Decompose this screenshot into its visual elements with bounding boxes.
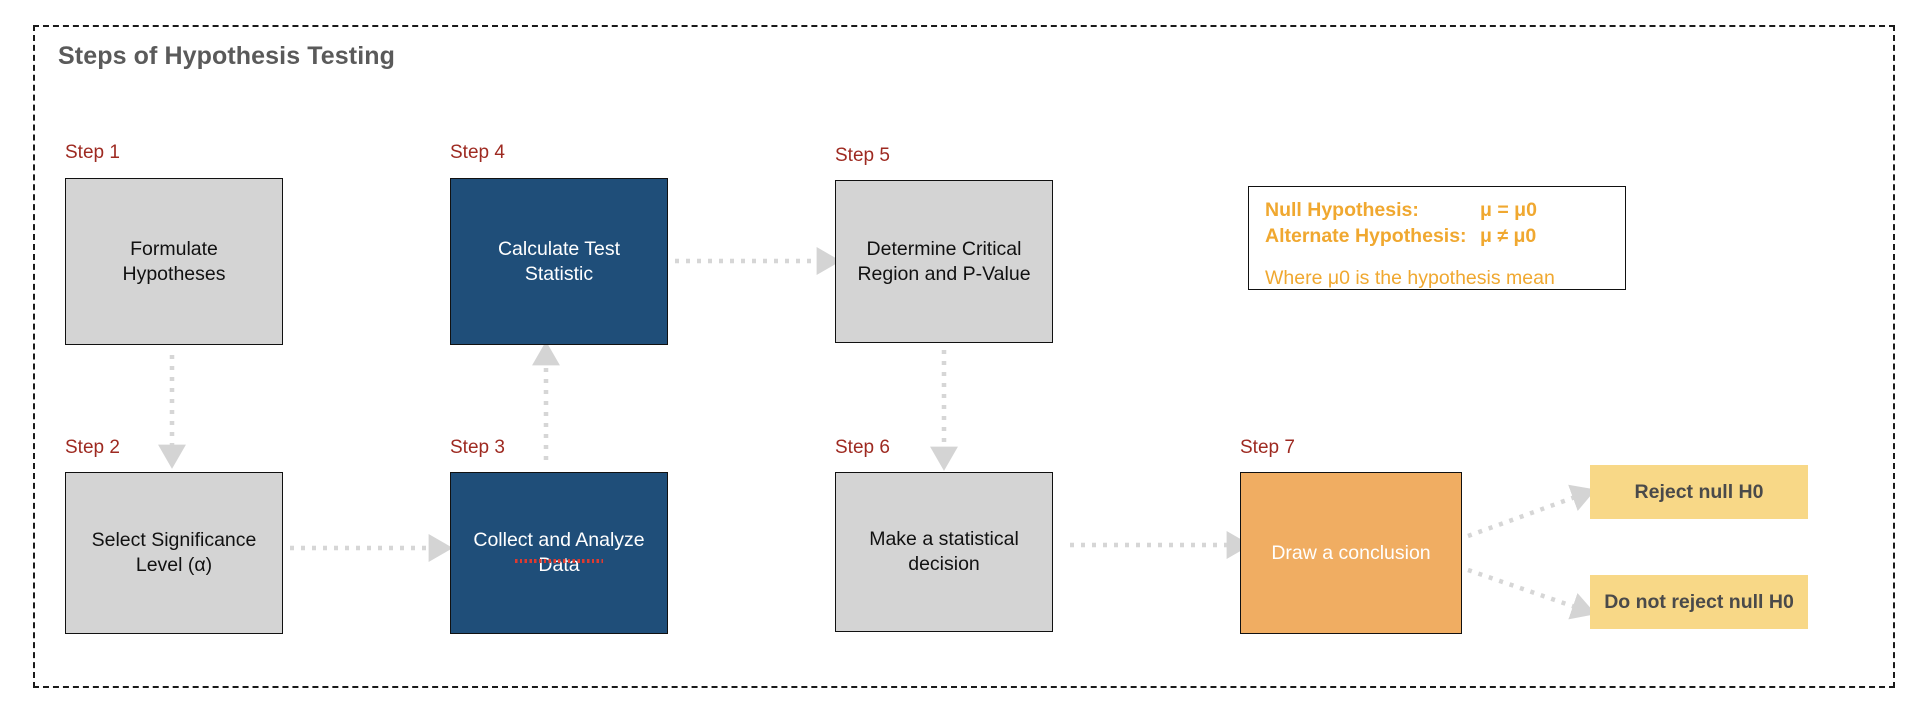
step-label-5: Step 5 <box>835 145 890 166</box>
step-box-7-draw-a-conclusion[interactable]: Draw a conclusion <box>1240 472 1462 634</box>
null-hypothesis-label: Null Hypothesis: <box>1265 199 1419 221</box>
outcome-box-reject-null[interactable]: Reject null H0 <box>1590 465 1808 519</box>
step-label-4: Step 4 <box>450 142 505 163</box>
page-title: Steps of Hypothesis Testing <box>58 42 396 70</box>
step-label-2: Step 2 <box>65 437 120 458</box>
spellcheck-underline-icon <box>515 559 603 563</box>
outcome-box-do-not-reject-null[interactable]: Do not reject null H0 <box>1590 575 1808 629</box>
step-label-7: Step 7 <box>1240 437 1295 458</box>
hypothesis-alternate-row: Alternate Hypothesis: μ ≠ μ0 <box>1265 224 1609 250</box>
step-box-1-formulate-hypotheses[interactable]: Formulate Hypotheses <box>65 178 283 345</box>
alternate-hypothesis-value: μ ≠ μ0 <box>1480 224 1537 247</box>
step-box-4-calculate-test-statistic[interactable]: Calculate Test Statistic <box>450 178 668 345</box>
step-label-1: Step 1 <box>65 142 120 163</box>
hypothesis-null-row: Null Hypothesis: μ = μ0 <box>1265 198 1609 224</box>
step-label-6: Step 6 <box>835 437 890 458</box>
step-box-6-make-a-statistical-decision[interactable]: Make a statistical decision <box>835 472 1053 632</box>
step-box-2-select-significance-level[interactable]: Select Significance Level (α) <box>65 472 283 634</box>
step-box-3-collect-and-analyze-data[interactable]: Collect and Analyze Data <box>450 472 668 634</box>
null-hypothesis-value: μ = μ0 <box>1480 199 1537 221</box>
diagram-canvas: Steps of Hypothesis Testing Step 1 Formu… <box>0 0 1932 720</box>
hypothesis-panel: Null Hypothesis: μ = μ0 Alternate Hypoth… <box>1248 186 1626 290</box>
alternate-hypothesis-label: Alternate Hypothesis: <box>1265 224 1467 247</box>
step-label-3: Step 3 <box>450 437 505 458</box>
step-box-5-determine-critical-region-and-p-value[interactable]: Determine Critical Region and P-Value <box>835 180 1053 343</box>
hypothesis-note: Where μ0 is the hypothesis mean <box>1265 266 1555 289</box>
